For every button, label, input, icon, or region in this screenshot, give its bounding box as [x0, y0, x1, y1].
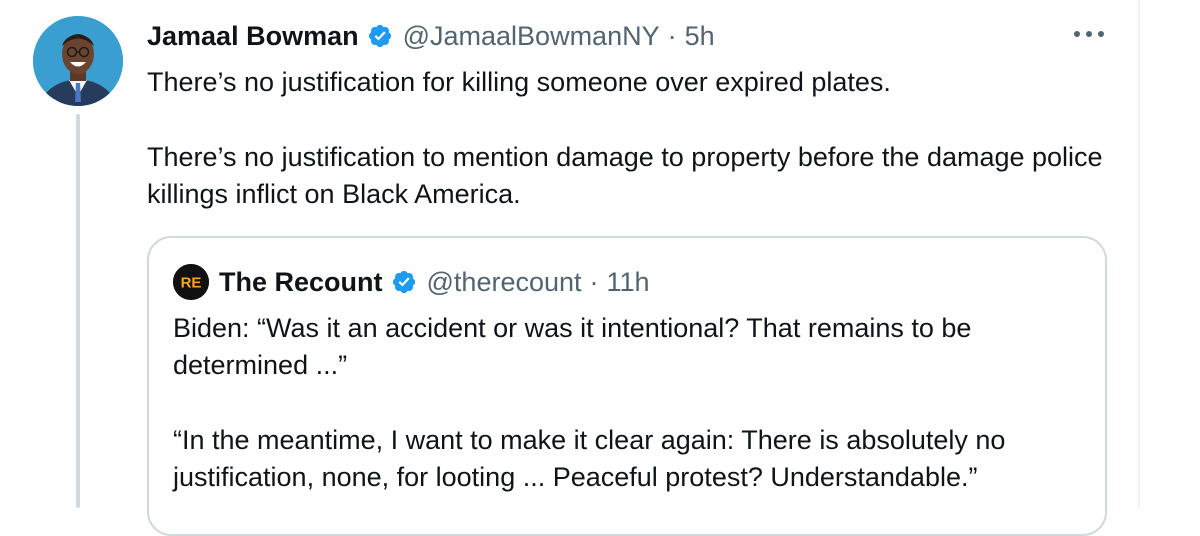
tweet-paragraph: There’s no justification to mention dama… — [147, 142, 1103, 209]
quoted-tweet-paragraph: “In the meantime, I want to make it clea… — [173, 425, 1006, 492]
more-options-button[interactable] — [1072, 20, 1106, 48]
quoted-tweet-timestamp[interactable]: 11h — [607, 267, 650, 298]
verified-badge-icon — [392, 270, 415, 294]
quoted-author-name[interactable]: The Recount — [219, 267, 383, 298]
tweet-timestamp[interactable]: 5h — [685, 21, 715, 52]
quoted-tweet-paragraph: Biden: “Was it an accident or was it int… — [173, 313, 972, 380]
thread-connector-line — [76, 114, 80, 508]
separator-dot: · — [667, 20, 677, 51]
more-options-icon — [1074, 31, 1104, 37]
tweet-header: Jamaal Bowman @JamaalBowmanNY · 5h — [147, 16, 715, 56]
separator-dot: · — [589, 266, 599, 297]
avatar-image — [33, 16, 123, 106]
tweet-text: There’s no justification for killing som… — [147, 64, 1127, 213]
recount-logo-text: RE — [181, 275, 202, 292]
quoted-tweet-text: Biden: “Was it an accident or was it int… — [173, 310, 1093, 496]
quoted-author-handle[interactable]: @therecount — [427, 267, 582, 298]
author-handle[interactable]: @JamaalBowmanNY — [403, 21, 660, 52]
author-avatar[interactable] — [33, 16, 123, 106]
verified-badge-icon — [368, 24, 391, 48]
tweet-paragraph: There’s no justification for killing som… — [147, 67, 891, 97]
author-name[interactable]: Jamaal Bowman — [147, 21, 359, 52]
recount-logo-mark: RE — [173, 264, 209, 300]
quoted-tweet-card[interactable]: RE The Recount @therecount · 11h Biden: … — [147, 236, 1107, 536]
column-border — [1138, 0, 1140, 508]
quoted-tweet-header: RE The Recount @therecount · 11h — [173, 262, 650, 302]
recount-logo-icon[interactable]: RE — [173, 264, 209, 300]
